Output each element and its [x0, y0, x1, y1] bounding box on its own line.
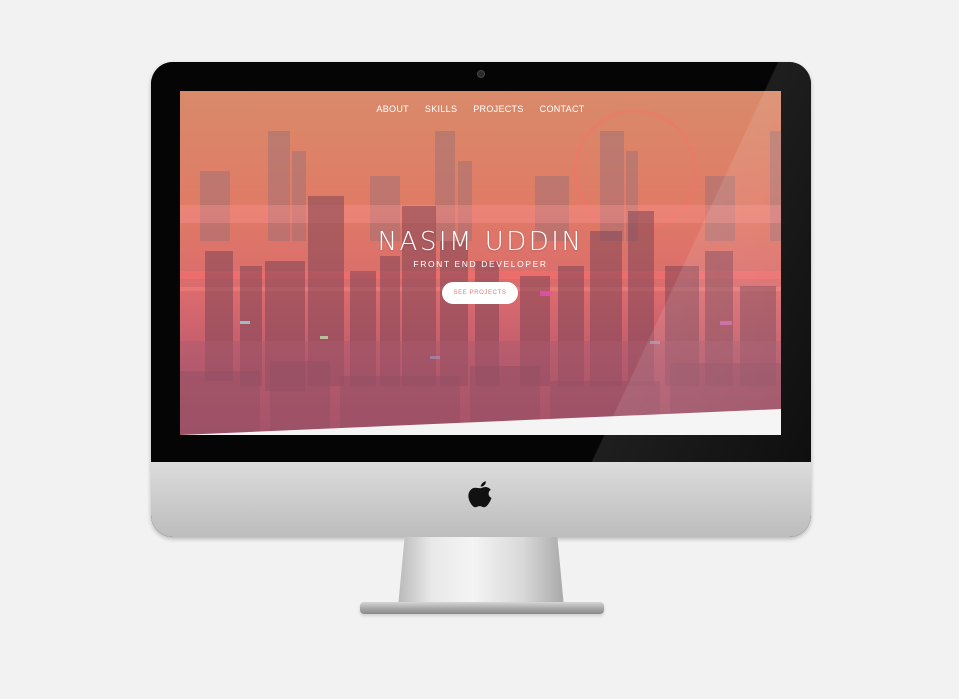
website-screen: ABOUT SKILLS PROJECTS CONTACT NASIM UDDI… [180, 91, 781, 435]
nav-skills-link[interactable]: SKILLS [417, 103, 465, 115]
main-navigation: ABOUT SKILLS PROJECTS CONTACT [180, 103, 781, 115]
camera-icon [477, 70, 485, 78]
see-projects-button[interactable]: SEE PROJECTS [442, 282, 518, 304]
monitor-chin [151, 462, 811, 537]
monitor-stand-neck [398, 537, 564, 607]
apple-logo-icon [468, 481, 492, 508]
imac-monitor: ABOUT SKILLS PROJECTS CONTACT NASIM UDDI… [151, 62, 811, 537]
nav-projects-link[interactable]: PROJECTS [465, 103, 531, 115]
hero-title: NASIM UDDIN [377, 227, 584, 257]
nav-about-link[interactable]: ABOUT [368, 103, 417, 115]
nav-contact-link[interactable]: CONTACT [532, 103, 593, 115]
monitor-stand-base [360, 602, 604, 614]
hero-subtitle: FRONT END DEVELOPER [413, 259, 548, 269]
